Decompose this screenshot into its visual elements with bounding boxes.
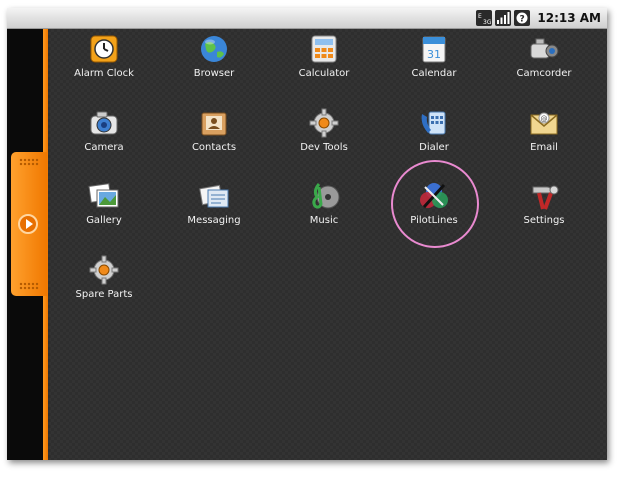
calendar-icon: 31 [417,32,451,66]
device-screen: E 3G ? 12:13 AM Alarm Clock Browser Calc… [7,8,607,460]
app-calendar[interactable]: 31 Calendar [379,32,489,98]
app-settings[interactable]: Settings [489,179,599,245]
app-camcorder[interactable]: Camcorder [489,32,599,98]
grip-bottom [19,282,39,290]
camera-icon [87,106,121,140]
app-spare-parts[interactable]: Spare Parts [49,253,159,319]
app-dev-tools[interactable]: Dev Tools [269,106,379,172]
alarm-clock-icon [87,32,121,66]
app-label: Camcorder [516,68,572,79]
status-bar: E 3G ? 12:13 AM [7,8,607,29]
svg-text:3G: 3G [483,19,491,25]
app-email[interactable]: @ Email [489,106,599,172]
app-browser[interactable]: Browser [159,32,269,98]
app-label: Alarm Clock [74,68,134,79]
play-arrow-icon [25,219,33,229]
grip-top [19,158,39,166]
music-icon [307,179,341,213]
app-label: Browser [193,68,235,79]
phone-icon [417,106,451,140]
svg-text:E: E [478,13,482,20]
app-gallery[interactable]: Gallery [49,179,159,245]
app-messaging[interactable]: Messaging [159,179,269,245]
app-label: Camera [84,142,124,153]
battery-alert-icon: ? [514,10,531,26]
calculator-icon [307,32,341,66]
messaging-icon [197,179,231,213]
drawer-handle[interactable] [11,152,47,296]
app-label: Contacts [191,142,237,153]
drawer-close-button[interactable] [18,214,38,234]
svg-text:?: ? [520,15,525,25]
network-3g-icon: E 3G [476,10,493,26]
status-clock: 12:13 AM [537,11,601,25]
calendar-day: 31 [427,48,441,61]
email-icon: @ [527,106,561,140]
app-music[interactable]: Music [269,179,379,245]
app-label: Gallery [86,215,122,226]
app-label: Calculator [298,68,350,79]
app-label: Dev Tools [300,142,348,153]
app-label: Spare Parts [75,289,133,300]
app-alarm-clock[interactable]: Alarm Clock [49,32,159,98]
globe-icon [197,32,231,66]
highlight-ring [391,160,479,248]
app-label: Messaging [187,215,241,226]
gallery-icon [87,179,121,213]
app-camera[interactable]: Camera [49,106,159,172]
app-label: Email [530,142,558,153]
app-label: Calendar [411,68,457,79]
svg-text:@: @ [541,115,548,123]
contacts-icon [197,106,231,140]
camcorder-icon [527,32,561,66]
settings-icon [527,179,561,213]
app-contacts[interactable]: Contacts [159,106,269,172]
app-label: Music [309,215,339,226]
spare-parts-icon [87,253,121,287]
app-label: Dialer [419,142,449,153]
app-calculator[interactable]: Calculator [269,32,379,98]
signal-icon [495,10,512,26]
app-label: Settings [523,215,565,226]
gear-icon [307,106,341,140]
